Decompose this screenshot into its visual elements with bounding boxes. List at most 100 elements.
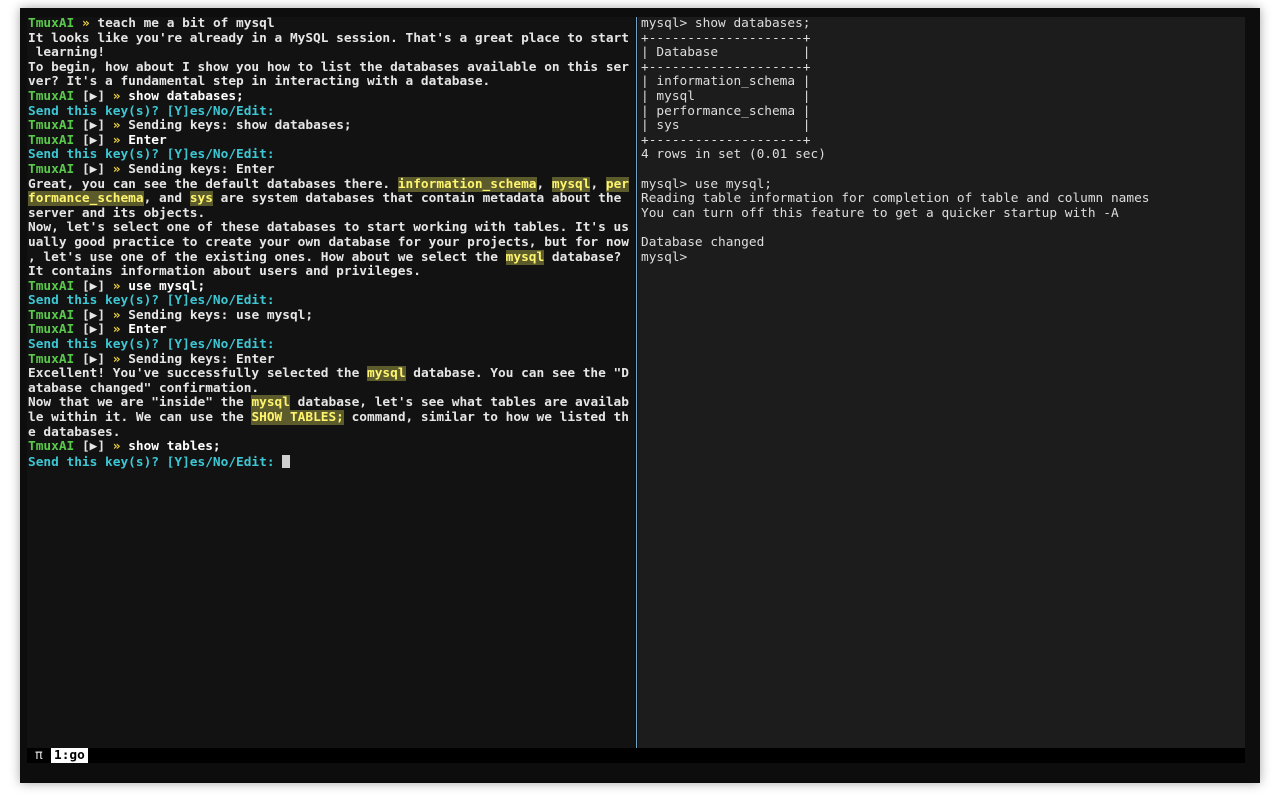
text-segment: ually good practice to create your own d…	[28, 234, 629, 250]
session-indicator: π	[35, 748, 43, 763]
chat-line: le within it. We can use the SHOW TABLES…	[27, 410, 635, 426]
chat-line: , let's use one of the existing ones. Ho…	[27, 249, 635, 266]
mysql-output-line: +--------------------+	[641, 30, 811, 46]
highlighted-term: sys	[189, 191, 213, 207]
text-segment: are system databases that contain metada…	[212, 191, 622, 207]
text-segment: Great, you can see the default databases…	[28, 176, 398, 192]
chat-line: TmuxAI [▶] » use mysql;	[27, 278, 635, 295]
tmuxai-label: TmuxAI	[28, 118, 75, 134]
tmuxai-label: TmuxAI	[28, 439, 75, 455]
text-segment: teach me a bit of mysql	[89, 17, 275, 31]
text-segment	[74, 17, 82, 31]
chat-line: Great, you can see the default databases…	[27, 176, 635, 193]
text-segment: It contains information about users and …	[28, 264, 421, 280]
tmux-window-tab[interactable]: 1:go	[51, 748, 88, 763]
chat-line: Send this key(s)? [Y]es/No/Edit:	[27, 104, 635, 120]
chat-line: TmuxAI » teach me a bit of mysql	[27, 17, 635, 32]
mysql-output-line: Reading table information for completion…	[641, 191, 1150, 207]
mysql-output-line: +--------------------+	[641, 59, 811, 75]
text-segment: server and its objects.	[28, 205, 206, 221]
text-segment: Now that we are "inside" the	[28, 395, 252, 411]
text-segment: atabase changed" confirmation.	[28, 380, 260, 396]
pane-divider[interactable]	[636, 17, 637, 748]
chat-line: server and its objects.	[27, 205, 635, 222]
prompt-arrow-icon: »	[81, 17, 90, 31]
chat-line: formance_schema, and sys are system data…	[27, 191, 635, 207]
text-segment: database?	[544, 249, 622, 265]
chat-line: Send this key(s)? [Y]es/No/Edit:	[27, 337, 635, 353]
text-segment: Sending keys: Enter	[120, 351, 275, 367]
chat-line: TmuxAI [▶] » Sending keys: show database…	[27, 118, 635, 134]
tmuxai-label: TmuxAI	[28, 161, 75, 177]
tmuxai-label: TmuxAI	[28, 307, 75, 323]
highlighted-term: SHOW TABLES;	[251, 410, 344, 426]
tmuxai-label: TmuxAI	[28, 278, 75, 294]
tmuxai-label: TmuxAI	[28, 322, 75, 338]
tmuxai-label: TmuxAI	[28, 17, 75, 31]
mysql-shell-pane[interactable]: mysql> show databases; +-----------------…	[638, 17, 1245, 748]
chat-line: To begin, how about I show you how to li…	[27, 59, 635, 76]
text-segment: ver? It's a fundamental step in interact…	[28, 74, 491, 90]
mysql-output-line: You can turn off this feature to get a q…	[641, 205, 1119, 221]
command-text: show databases;	[120, 88, 244, 104]
chat-line: ver? It's a fundamental step in interact…	[27, 75, 635, 90]
command-text: use mysql;	[120, 278, 206, 294]
highlighted-term: mysql	[367, 366, 406, 382]
chat-line: Send this key(s)? [Y]es/No/Edit:	[27, 293, 635, 309]
text-segment: ,	[536, 176, 552, 192]
mysql-output-line	[638, 163, 1245, 178]
mysql-output-line: mysql>	[641, 249, 695, 265]
text-segment: [▶]	[74, 439, 113, 455]
mysql-output-line: Database changed	[641, 234, 765, 250]
text-segment: To begin, how about I show you how to li…	[28, 59, 629, 75]
confirm-prompt: Send this key(s)? [Y]es/No/Edit:	[28, 147, 275, 163]
text-segment: Sending keys: show databases;	[120, 118, 352, 134]
chat-line: TmuxAI [▶] » Sending keys: Enter	[27, 351, 635, 368]
tmuxai-label: TmuxAI	[28, 88, 75, 104]
text-segment: It looks like you're already in a MySQL …	[28, 30, 629, 46]
chat-line: TmuxAI [▶] » Enter	[27, 132, 635, 149]
text-segment: [▶]	[74, 351, 113, 367]
text-segment: [▶]	[74, 88, 113, 104]
mysql-output-line: | Database |	[641, 45, 811, 61]
text-segment: Sending keys: Enter	[120, 161, 275, 177]
chat-line: TmuxAI [▶] » Sending keys: use mysql;	[27, 307, 635, 324]
highlighted-term: information_schema	[397, 176, 537, 192]
highlighted-term: mysql	[551, 176, 591, 192]
chat-line: e databases.	[27, 424, 635, 441]
text-segment: e databases.	[28, 424, 121, 440]
highlighted-term: formance_schema	[28, 191, 144, 207]
chat-line: It looks like you're already in a MySQL …	[27, 30, 635, 47]
chat-line: learning!	[27, 45, 635, 61]
text-segment: [▶]	[74, 322, 113, 338]
mysql-output-line: mysql> use mysql;	[641, 176, 772, 192]
text-segment: [▶]	[74, 118, 113, 134]
text-segment: [▶]	[74, 132, 113, 148]
text-segment: [▶]	[74, 278, 113, 294]
text-segment: [▶]	[74, 161, 113, 177]
confirm-prompt: Send this key(s)? [Y]es/No/Edit:	[28, 337, 275, 353]
confirm-prompt: Send this key(s)? [Y]es/No/Edit:	[28, 454, 283, 470]
chat-line: TmuxAI [▶] » show databases;	[27, 88, 635, 105]
tmuxai-chat-pane[interactable]: TmuxAI » teach me a bit of mysql It looks…	[27, 17, 635, 748]
chat-line: ually good practice to create your own d…	[27, 234, 635, 251]
text-segment: , and	[143, 191, 190, 207]
chat-line: Send this key(s)? [Y]es/No/Edit:	[27, 148, 635, 163]
text-segment: command, similar to how we listed th	[343, 410, 629, 426]
chat-line: TmuxAI [▶] » Sending keys: Enter	[27, 161, 635, 178]
mysql-output-line: | sys |	[641, 118, 811, 134]
terminal-window: TmuxAI » teach me a bit of mysql It looks…	[20, 8, 1260, 783]
text-segment: le within it. We can use the	[28, 410, 252, 426]
mysql-output-line	[638, 221, 1245, 236]
command-text: Enter	[120, 132, 167, 148]
mysql-output-line: mysql> show databases;	[641, 17, 811, 31]
text-segment: database, let's see what tables are avai…	[289, 395, 629, 411]
text-segment: learning!	[28, 45, 106, 61]
command-text: show tables;	[120, 439, 221, 455]
mysql-output-line: | mysql |	[641, 88, 811, 104]
mysql-output-line: 4 rows in set (0.01 sec)	[641, 147, 826, 163]
command-text: Enter	[120, 322, 167, 338]
text-segment: database. You can see the "D	[405, 366, 629, 382]
text-segment: ,	[590, 176, 606, 192]
mysql-output-line: +--------------------+	[641, 132, 811, 148]
